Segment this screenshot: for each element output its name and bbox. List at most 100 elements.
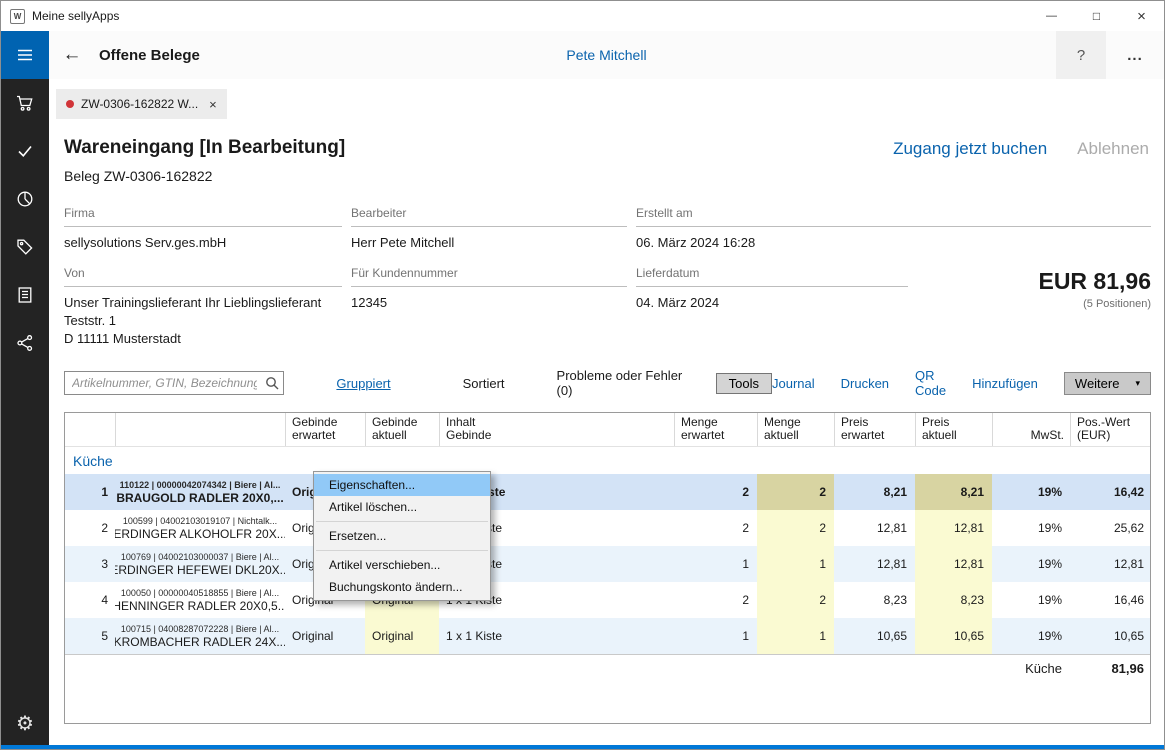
more-actions-dropdown[interactable]: Weitere ▾ [1064, 372, 1151, 395]
col-header-preis-erwartet[interactable]: Preis erwartet [834, 413, 915, 446]
current-user[interactable]: Pete Mitchell [49, 47, 1164, 63]
titlebar: W Meine sellyApps — □ × [1, 1, 1164, 31]
sidebar-item-cart[interactable] [1, 79, 49, 127]
field-lieferdatum: Lieferdatum 04. März 2024 [636, 266, 908, 348]
col-header-menge-aktuell[interactable]: Menge aktuell [757, 413, 834, 446]
sidebar-item-settings[interactable]: ⚙ [1, 701, 49, 745]
menu-item-artikel-loeschen[interactable]: Artikel löschen... [314, 496, 490, 518]
item-toolbar: Gruppiert Sortiert Probleme oder Fehler … [64, 368, 1151, 398]
menu-item-ersetzen[interactable]: Ersetzen... [314, 525, 490, 547]
sidebar-item-journal[interactable] [1, 271, 49, 319]
mwst-cell: 19% [992, 510, 1070, 546]
menge-aktuell-cell[interactable]: 2 [757, 510, 834, 546]
group-header-label[interactable]: Küche [73, 453, 113, 469]
col-header-preis-aktuell[interactable]: Preis aktuell [915, 413, 992, 446]
pos-wert-cell: 16,46 [1070, 582, 1151, 618]
menu-item-eigenschaften[interactable]: Eigenschaften... [314, 474, 490, 496]
add-item-link[interactable]: Hinzufügen [972, 376, 1038, 391]
book-receipt-link[interactable]: Zugang jetzt buchen [893, 139, 1047, 159]
maximize-icon[interactable]: □ [1074, 1, 1119, 31]
article-cell: 100715 | 04008287072228 | Biere | Al... … [115, 618, 285, 654]
help-button[interactable]: ? [1056, 31, 1106, 79]
col-header-gebinde-erwartet[interactable]: Gebinde erwartet [285, 413, 365, 446]
preis-aktuell-cell[interactable]: 10,65 [915, 618, 992, 654]
close-icon[interactable]: × [1119, 1, 1164, 31]
field-label: Bearbeiter [351, 206, 627, 220]
main-area: Wareneingang [In Bearbeitung] Beleg ZW-0… [49, 119, 1164, 745]
article-name: ERDINGER ALKOHOLFR 20X... [115, 528, 285, 541]
preis-erwartet-cell: 10,65 [834, 618, 915, 654]
minimize-icon[interactable]: — [1029, 1, 1074, 31]
gebinde-aktuell-cell[interactable]: Original [365, 618, 439, 654]
menu-icon [15, 45, 35, 65]
preis-aktuell-cell[interactable]: 12,81 [915, 546, 992, 582]
menge-aktuell-cell[interactable]: 2 [757, 474, 834, 510]
sidebar-item-prices[interactable] [1, 223, 49, 271]
dropdown-label: Weitere [1075, 376, 1120, 391]
sidebar-item-statistics[interactable] [1, 175, 49, 223]
supplier-name: Unser Trainingslieferant Ihr Lieblingsli… [64, 294, 342, 312]
pos-wert-cell: 12,81 [1070, 546, 1151, 582]
col-header-mwst[interactable]: MwSt. [992, 413, 1070, 446]
menu-item-artikel-verschieben[interactable]: Artikel verschieben... [314, 554, 490, 576]
col-header-inhalt-gebinde[interactable]: Inhalt Gebinde [439, 413, 674, 446]
menge-aktuell-cell[interactable]: 2 [757, 582, 834, 618]
menge-aktuell-cell[interactable]: 1 [757, 546, 834, 582]
tools-button[interactable]: Tools [716, 373, 772, 394]
hamburger-menu-button[interactable] [1, 31, 49, 79]
sidebar-item-share[interactable] [1, 319, 49, 367]
mwst-cell: 19% [992, 546, 1070, 582]
gear-icon: ⚙ [16, 711, 34, 736]
cart-icon [15, 93, 35, 113]
group-toggle-link[interactable]: Gruppiert [336, 376, 390, 391]
tag-icon [15, 237, 35, 257]
search-icon[interactable] [265, 376, 279, 393]
pos-wert-cell: 16,42 [1070, 474, 1151, 510]
table-row[interactable]: 3 100769 | 04002103000037 | Biere | Al..… [65, 546, 1150, 582]
more-options-button[interactable]: ... [1106, 31, 1164, 79]
field-firma: Firma sellysolutions Serv.ges.mbH [64, 206, 342, 252]
reject-link[interactable]: Ablehnen [1077, 139, 1149, 159]
inhalt-gebinde-cell: 1 x 1 Kiste [439, 618, 674, 654]
problems-filter-link[interactable]: Probleme oder Fehler (0) [557, 368, 686, 398]
header-actions: ? ... [1056, 31, 1164, 79]
search-input[interactable] [64, 371, 284, 395]
field-divider [64, 286, 342, 287]
menge-erwartet-cell: 2 [674, 474, 757, 510]
col-header-pos-wert[interactable]: Pos.-Wert (EUR) [1070, 413, 1151, 446]
field-value: 12345 [351, 294, 627, 312]
article-cell: 100599 | 04002103019107 | Nichtalk... ER… [115, 510, 285, 546]
menu-item-buchungskonto-aendern[interactable]: Buchungskonto ändern... [314, 576, 490, 598]
preis-aktuell-cell[interactable]: 8,21 [915, 474, 992, 510]
col-header-gebinde-aktuell[interactable]: Gebinde aktuell [365, 413, 439, 446]
print-link[interactable]: Drucken [841, 376, 889, 391]
col-header-article [115, 413, 285, 446]
table-row[interactable]: 5 100715 | 04008287072228 | Biere | Al..… [65, 618, 1150, 654]
group-header-row: Küche [65, 447, 1150, 474]
article-cell: 110122 | 00000042074342 | Biere | Al... … [115, 474, 285, 510]
preis-erwartet-cell: 8,21 [834, 474, 915, 510]
tab-close-icon[interactable]: × [209, 97, 217, 112]
journal-icon [15, 285, 35, 305]
preis-aktuell-cell[interactable]: 12,81 [915, 510, 992, 546]
sort-toggle-link[interactable]: Sortiert [463, 376, 505, 391]
document-tab[interactable]: ZW-0306-162822 W... × [56, 89, 227, 119]
sidebar-item-tasks[interactable] [1, 127, 49, 175]
preis-erwartet-cell: 12,81 [834, 546, 915, 582]
col-header-menge-erwartet[interactable]: Menge erwartet [674, 413, 757, 446]
journal-link[interactable]: Journal [772, 376, 815, 391]
menge-erwartet-cell: 1 [674, 618, 757, 654]
document-title: Wareneingang [In Bearbeitung] [64, 137, 345, 159]
field-value: 06. März 2024 16:28 [636, 234, 1151, 252]
preis-aktuell-cell[interactable]: 8,23 [915, 582, 992, 618]
document-number: Beleg ZW-0306-162822 [64, 168, 345, 184]
table-row[interactable]: 2 100599 | 04002103019107 | Nichtalk... … [65, 510, 1150, 546]
menge-aktuell-cell[interactable]: 1 [757, 618, 834, 654]
row-number: 1 [65, 474, 115, 510]
qr-code-link[interactable]: QR Code [915, 368, 946, 398]
app-icon: W [10, 9, 25, 24]
table-row[interactable]: 4 100050 | 00000040518855 | Biere | Al..… [65, 582, 1150, 618]
col-header-empty [65, 413, 115, 446]
field-label: Von [64, 266, 342, 280]
table-row[interactable]: 1 110122 | 00000042074342 | Biere | Al..… [65, 474, 1150, 510]
